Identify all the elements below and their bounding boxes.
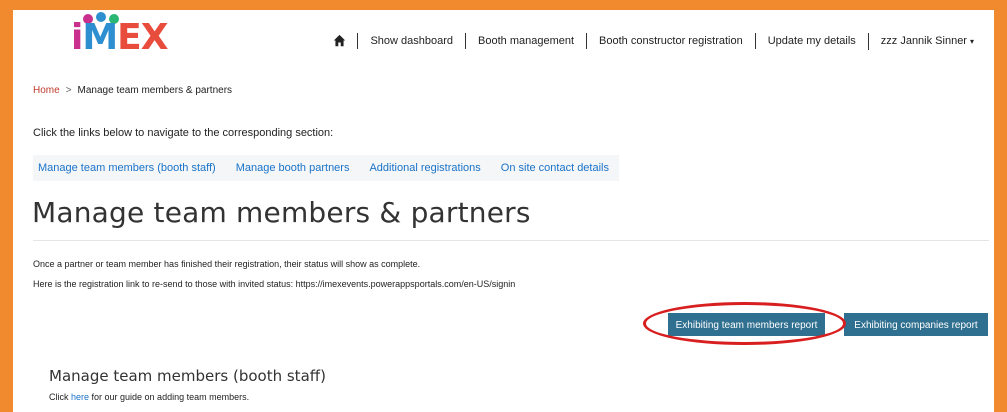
divider [33, 240, 989, 241]
logo-letters: iMEX [71, 17, 169, 58]
section-links: Manage team members (booth staff) Manage… [33, 155, 619, 181]
registration-link-note: Here is the registration link to re-send… [33, 279, 516, 289]
breadcrumb-current: Manage team members & partners [77, 85, 233, 96]
team-members-report-button[interactable]: Exhibiting team members report [668, 313, 825, 336]
section-link-onsite-contact[interactable]: On site contact details [491, 155, 619, 181]
intro-text: Click the links below to navigate to the… [33, 127, 334, 139]
breadcrumb-home-link[interactable]: Home [33, 85, 60, 96]
guide-text: Click here for our guide on adding team … [49, 392, 250, 402]
imex-logo[interactable]: iMEX [71, 12, 175, 56]
section-link-additional-registrations[interactable]: Additional registrations [359, 155, 490, 181]
nav-update-my-details[interactable]: Update my details [754, 33, 868, 49]
section-title-team-members: Manage team members (booth staff) [49, 367, 326, 385]
nav-booth-management[interactable]: Booth management [465, 33, 586, 49]
top-nav: Show dashboard Booth management Booth co… [333, 32, 986, 50]
companies-report-button[interactable]: Exhibiting companies report [844, 313, 988, 336]
nav-show-dashboard[interactable]: Show dashboard [357, 33, 465, 49]
nav-booth-constructor-registration[interactable]: Booth constructor registration [586, 33, 755, 49]
breadcrumb-separator: > [65, 85, 72, 96]
nav-user-menu[interactable]: zzz Jannik Sinner ▾ [867, 32, 986, 50]
section-link-team-members[interactable]: Manage team members (booth staff) [33, 155, 226, 181]
chevron-down-icon: ▾ [969, 36, 974, 46]
home-icon[interactable] [333, 34, 357, 48]
status-note: Once a partner or team member has finish… [33, 259, 421, 269]
section-link-booth-partners[interactable]: Manage booth partners [226, 155, 360, 181]
breadcrumb: Home > Manage team members & partners [33, 85, 232, 96]
page-frame: iMEX Show dashboard Booth management Boo… [13, 10, 994, 412]
guide-link[interactable]: here [71, 392, 89, 402]
page-title: Manage team members & partners [32, 196, 531, 229]
user-name: zzz Jannik Sinner [880, 34, 967, 47]
